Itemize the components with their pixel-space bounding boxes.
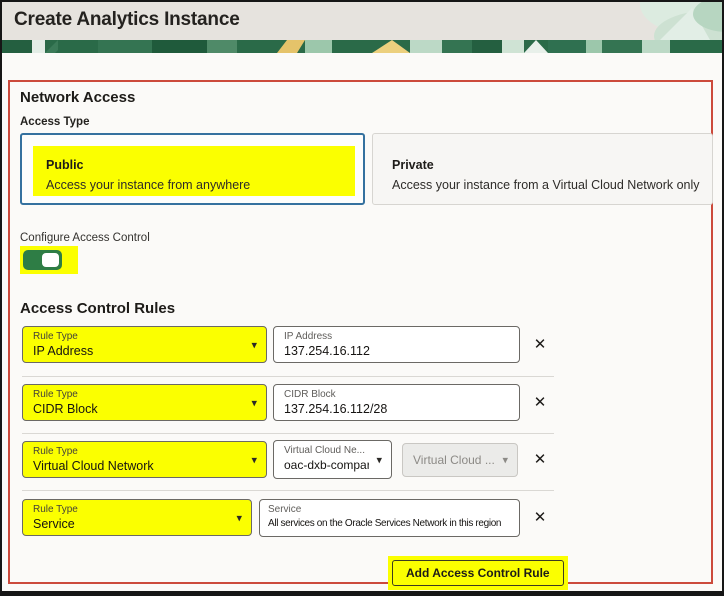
chevron-down-icon: ▾ <box>502 454 508 467</box>
remove-rule-button-2[interactable]: ✕ <box>530 393 550 413</box>
configure-access-control-toggle[interactable] <box>23 250 62 270</box>
rule-type-value-1: IP Address <box>33 343 256 359</box>
configure-access-control-label: Configure Access Control <box>20 232 150 244</box>
row-divider <box>22 433 554 434</box>
remove-rule-button-1[interactable]: ✕ <box>530 335 550 355</box>
ip-address-field-value: 137.254.16.112 <box>284 343 509 359</box>
add-access-control-rule-button[interactable]: Add Access Control Rule <box>392 560 564 586</box>
rule-type-select-3[interactable]: Rule Type Virtual Cloud Network ▾ <box>22 441 267 478</box>
service-field-value: All services on the Oracle Services Netw… <box>268 516 515 532</box>
ip-address-field-label: IP Address <box>284 331 509 343</box>
ip-address-field[interactable]: IP Address 137.254.16.112 <box>273 326 520 363</box>
cidr-block-field[interactable]: CIDR Block 137.254.16.112/28 <box>273 384 520 421</box>
rule-type-value-4: Service <box>33 516 241 532</box>
rule-type-select-4[interactable]: Rule Type Service ▾ <box>22 499 252 536</box>
vcn-select[interactable]: Virtual Cloud Ne... oac-dxb-compartn ▾ <box>273 440 392 479</box>
row-divider <box>22 376 554 377</box>
page-header: Create Analytics Instance <box>2 2 722 40</box>
cidr-block-field-value: 137.254.16.112/28 <box>284 401 509 417</box>
add-button-highlight: Add Access Control Rule <box>388 556 568 590</box>
chevron-down-icon: ▾ <box>236 511 242 524</box>
vcn-subnet-select-disabled: Virtual Cloud ... ▾ <box>402 443 518 477</box>
access-type-option-private[interactable]: Private Access your instance from a Virt… <box>372 133 713 205</box>
remove-rule-button-3[interactable]: ✕ <box>530 450 550 470</box>
row-divider <box>22 490 554 491</box>
vcn-subnet-placeholder: Virtual Cloud ... <box>413 444 495 476</box>
network-access-heading: Network Access <box>20 89 135 106</box>
chevron-down-icon: ▾ <box>251 453 257 466</box>
service-field[interactable]: Service All services on the Oracle Servi… <box>259 499 520 537</box>
chevron-down-icon: ▾ <box>376 453 382 466</box>
public-card-title: Public <box>46 158 84 172</box>
access-type-label: Access Type <box>20 116 89 128</box>
chevron-down-icon: ▾ <box>251 396 257 409</box>
vcn-select-label: Virtual Cloud Ne... <box>284 445 369 457</box>
toggle-highlight <box>20 246 78 274</box>
remove-rule-button-4[interactable]: ✕ <box>530 508 550 528</box>
chevron-down-icon: ▾ <box>251 338 257 351</box>
toggle-knob-icon <box>42 253 59 267</box>
rule-type-value-3: Virtual Cloud Network <box>33 458 256 474</box>
private-card-title: Private <box>392 158 434 172</box>
window-frame: Create Analytics Instance <box>0 0 724 596</box>
rule-type-value-2: CIDR Block <box>33 401 256 417</box>
access-control-rules-heading: Access Control Rules <box>20 300 175 317</box>
rule-type-label-4: Rule Type <box>33 504 241 516</box>
service-field-label: Service <box>268 504 515 516</box>
header-decoration <box>542 2 722 40</box>
rule-type-select-2[interactable]: Rule Type CIDR Block ▾ <box>22 384 267 421</box>
cidr-block-field-label: CIDR Block <box>284 389 509 401</box>
page-title: Create Analytics Instance <box>14 9 240 31</box>
banner-decoration <box>2 40 722 53</box>
rule-type-label-1: Rule Type <box>33 331 256 343</box>
vcn-select-value: oac-dxb-compartn <box>284 457 369 473</box>
access-type-option-public[interactable]: Public Access your instance from anywher… <box>20 133 365 205</box>
rule-type-label-2: Rule Type <box>33 389 256 401</box>
public-card-description: Access your instance from anywhere <box>46 178 250 192</box>
rule-type-select-1[interactable]: Rule Type IP Address ▾ <box>22 326 267 363</box>
private-card-description: Access your instance from a Virtual Clou… <box>392 178 700 192</box>
rule-type-label-3: Rule Type <box>33 446 256 458</box>
